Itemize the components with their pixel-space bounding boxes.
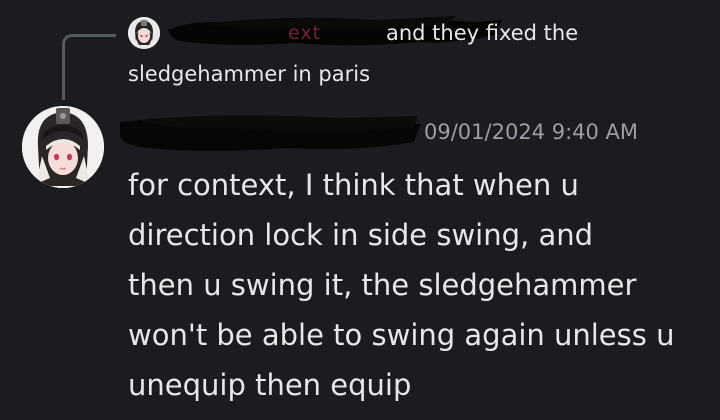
message-line-5: unequip then equip bbox=[128, 368, 412, 402]
chat-screen: ext and they fixed the sledgehammer in p… bbox=[0, 0, 720, 420]
author-avatar[interactable] bbox=[22, 106, 104, 188]
reply-author-name-fragment: ext bbox=[288, 22, 322, 44]
message-line-1: for context, I think that when u bbox=[128, 168, 579, 202]
message-line-2: direction lock in side swing, and bbox=[128, 218, 594, 252]
message-line-3: then u swing it, the sledgehammer bbox=[128, 268, 637, 302]
reply-avatar-image-icon bbox=[128, 17, 160, 49]
reply-text-line-2: sledgehammer in paris bbox=[128, 62, 371, 86]
message-line-4: won't be able to swing again unless u bbox=[128, 318, 675, 352]
reply-preview[interactable]: ext and they fixed the sledgehammer in p… bbox=[128, 14, 708, 94]
author-avatar-image-icon bbox=[22, 106, 104, 188]
reply-connector-line bbox=[62, 34, 116, 100]
author-name-redacted[interactable] bbox=[118, 112, 423, 156]
reply-author-avatar[interactable] bbox=[128, 17, 160, 49]
reply-text-line-1: and they fixed the bbox=[386, 21, 579, 45]
message-content: for context, I think that when u directi… bbox=[128, 160, 708, 410]
message-timestamp: 09/01/2024 9:40 AM bbox=[424, 120, 639, 144]
